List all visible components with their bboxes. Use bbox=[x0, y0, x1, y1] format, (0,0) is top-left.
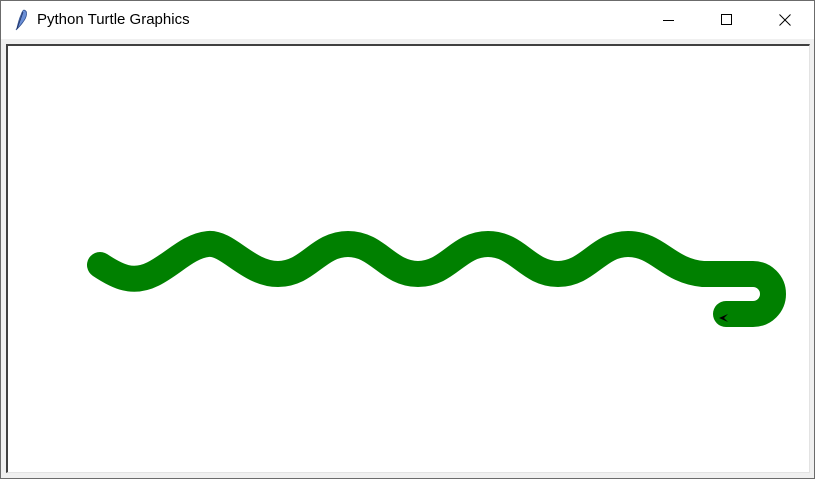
minimize-button[interactable] bbox=[640, 1, 698, 39]
title-bar[interactable]: Python Turtle Graphics bbox=[1, 1, 814, 39]
close-icon bbox=[779, 14, 791, 26]
maximize-icon bbox=[721, 14, 732, 25]
snake-path bbox=[87, 231, 786, 327]
turtle-canvas-frame bbox=[6, 44, 810, 473]
window-title: Python Turtle Graphics bbox=[37, 11, 190, 28]
maximize-button[interactable] bbox=[698, 1, 756, 39]
turtle-canvas[interactable] bbox=[8, 46, 809, 472]
title-separator bbox=[1, 39, 814, 43]
close-button[interactable] bbox=[756, 1, 814, 39]
turtle-window: Python Turtle Graphics bbox=[0, 0, 815, 479]
feather-icon bbox=[15, 9, 27, 31]
minimize-icon bbox=[663, 20, 674, 21]
